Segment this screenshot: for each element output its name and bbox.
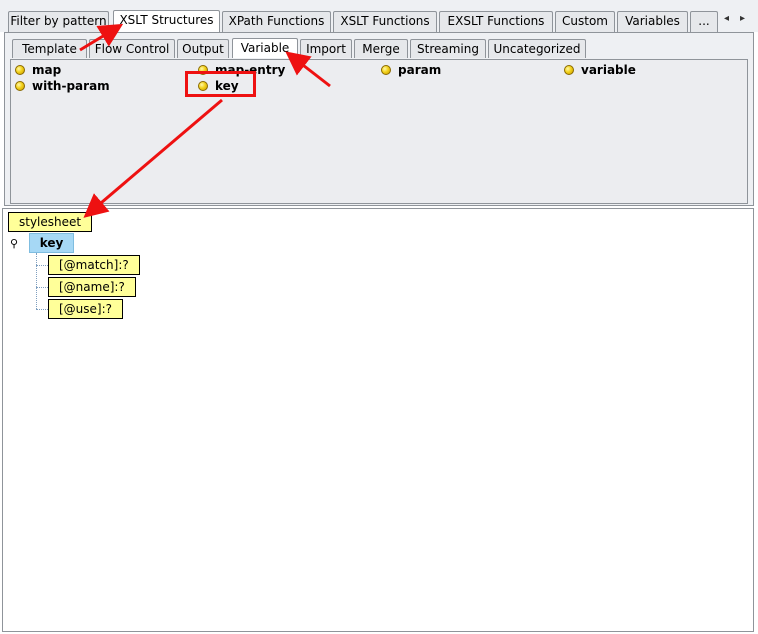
subtab-output[interactable]: Output <box>177 39 229 58</box>
bullet-icon <box>381 65 391 75</box>
tab-xpath-functions[interactable]: XPath Functions <box>222 11 331 32</box>
highlight-box <box>185 71 256 97</box>
attribute-node-name[interactable]: [@name]:? <box>48 277 136 297</box>
tab-filter-by-pattern[interactable]: Filter by pattern <box>8 11 109 32</box>
tab-variables[interactable]: Variables <box>617 11 688 32</box>
tree-connector <box>36 265 48 266</box>
tab-xslt-structures[interactable]: XSLT Structures <box>113 10 220 32</box>
bullet-icon <box>564 65 574 75</box>
main-tab-strip: Filter by pattern XSLT Structures XPath … <box>0 0 758 32</box>
attribute-node-match[interactable]: [@match]:? <box>48 255 140 275</box>
tree-connector <box>36 309 48 310</box>
design-view[interactable]: stylesheet ⚲ key [@match]:? [@name]:? [@… <box>2 208 754 632</box>
subtab-variable[interactable]: Variable <box>232 38 298 58</box>
bullet-icon <box>15 65 25 75</box>
tab-xslt-functions[interactable]: XSLT Functions <box>333 11 437 32</box>
item-with-param[interactable]: with-param <box>15 79 110 93</box>
tab-more[interactable]: ... <box>690 11 718 32</box>
tab-custom[interactable]: Custom <box>555 11 615 32</box>
stylesheet-node[interactable]: stylesheet <box>8 212 93 232</box>
subtab-merge[interactable]: Merge <box>354 39 408 58</box>
subtab-streaming[interactable]: Streaming <box>410 39 486 58</box>
structure-items-list: map map-entry param variable with-param … <box>10 59 748 204</box>
subtab-flow-control[interactable]: Flow Control <box>89 39 175 58</box>
item-param[interactable]: param <box>381 63 441 77</box>
item-variable[interactable]: variable <box>564 63 636 77</box>
key-node[interactable]: key <box>29 233 74 253</box>
tree-connector <box>36 287 48 288</box>
structures-panel: Template Flow Control Output Variable Im… <box>4 32 754 206</box>
subtab-import[interactable]: Import <box>300 39 352 58</box>
subtab-uncategorized[interactable]: Uncategorized <box>488 39 586 58</box>
tree-connector <box>36 253 37 309</box>
subtab-template[interactable]: Template <box>12 39 87 58</box>
tab-exslt-functions[interactable]: EXSLT Functions <box>439 11 553 32</box>
item-map[interactable]: map <box>15 63 61 77</box>
bullet-icon <box>15 81 25 91</box>
collapse-toggle-icon[interactable]: ⚲ <box>10 238 18 249</box>
scroll-right-icon[interactable]: ▸ <box>740 13 745 24</box>
scroll-left-icon[interactable]: ◂ <box>724 13 729 24</box>
attribute-node-use[interactable]: [@use]:? <box>48 299 124 319</box>
